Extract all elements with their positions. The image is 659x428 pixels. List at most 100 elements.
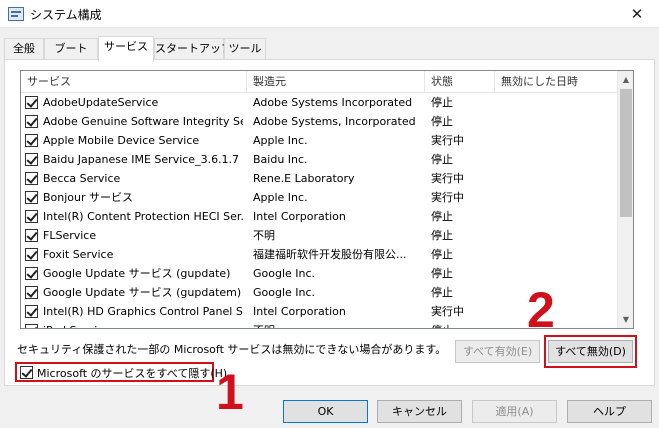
service-checkbox[interactable]: [25, 172, 38, 185]
service-checkbox[interactable]: [25, 267, 38, 280]
column-header-manufacturer[interactable]: 製造元: [247, 71, 425, 93]
tab-boot[interactable]: ブート: [44, 38, 98, 60]
scroll-up-arrow-icon[interactable]: ▲: [618, 71, 633, 88]
service-name-cell: FLService: [43, 229, 97, 242]
disabled-date-cell: [501, 112, 616, 131]
status-cell: 停止: [431, 286, 453, 299]
service-name-cell: Google Update サービス (gupdate): [43, 267, 231, 280]
status-cell: 実行中: [431, 191, 464, 204]
annotation-number-1: 1: [216, 364, 244, 420]
manufacturer-cell: Baidu Inc.: [253, 153, 308, 166]
annotation-number-2: 2: [527, 282, 555, 338]
manufacturer-cell: Google Inc.: [253, 267, 316, 280]
disabled-date-cell: [501, 226, 616, 245]
table-row[interactable]: AdobeUpdateService Adobe Systems Incorpor…: [21, 93, 618, 112]
disabled-date-cell: [501, 321, 616, 328]
service-name-cell: Intel(R) HD Graphics Control Panel S...: [43, 305, 243, 318]
vertical-scrollbar[interactable]: ▲ ▼: [617, 71, 633, 328]
status-cell: 停止: [431, 96, 453, 109]
help-button[interactable]: ヘルプ: [567, 400, 652, 423]
manufacturer-cell: 不明: [253, 321, 423, 328]
manufacturer-cell: 福建福昕软件开发股份有限公...: [253, 248, 407, 261]
manufacturer-cell: Intel Corporation: [253, 210, 346, 223]
app-icon: [8, 7, 24, 21]
table-row[interactable]: Foxit Service 福建福昕软件开发股份有限公... 停止: [21, 245, 618, 264]
scrollbar-thumb[interactable]: [620, 89, 632, 217]
service-checkbox[interactable]: [25, 229, 38, 242]
table-row[interactable]: Adobe Genuine Software Integrity Se... Ad…: [21, 112, 618, 131]
disabled-date-cell: [501, 245, 616, 264]
cancel-button[interactable]: キャンセル: [377, 400, 462, 423]
manufacturer-cell: Intel Corporation: [253, 305, 346, 318]
status-cell: 停止: [431, 115, 453, 128]
disabled-date-cell: [501, 131, 616, 150]
service-name-cell: Becca Service: [43, 172, 121, 185]
status-cell: 実行中: [431, 172, 464, 185]
service-name-cell: AdobeUpdateService: [43, 96, 159, 109]
close-button[interactable]: ✕: [615, 0, 659, 28]
disabled-date-cell: [501, 150, 616, 169]
service-checkbox[interactable]: [25, 153, 38, 166]
service-checkbox[interactable]: [25, 324, 38, 328]
manufacturer-cell: Apple Inc.: [253, 134, 308, 147]
status-cell: 実行中: [431, 134, 464, 147]
table-row[interactable]: Google Update サービス (gupdate) Google Inc. 停…: [21, 264, 618, 283]
manufacturer-cell: Apple Inc.: [253, 191, 308, 204]
status-cell: 実行中: [431, 305, 464, 318]
hide-microsoft-services-checkbox[interactable]: Microsoft のサービスをすべて隠す(H): [15, 362, 227, 382]
service-name-cell: Foxit Service: [43, 248, 114, 261]
manufacturer-cell: Rene.E Laboratory: [253, 172, 355, 185]
enable-all-button[interactable]: すべて有効(E): [455, 340, 540, 363]
manufacturer-cell: Google Inc.: [253, 286, 316, 299]
service-checkbox[interactable]: [25, 96, 38, 109]
disable-all-button[interactable]: すべて無効(D): [548, 340, 633, 363]
manufacturer-cell: Adobe Systems, Incorporated: [253, 115, 416, 128]
service-name-cell: Bonjour サービス: [43, 191, 134, 204]
status-cell: 停止: [431, 229, 453, 242]
hide-microsoft-services-label: Microsoft のサービスをすべて隠す(H): [37, 367, 228, 380]
scroll-down-arrow-icon[interactable]: ▼: [618, 311, 633, 328]
disabled-date-cell: [501, 283, 616, 302]
manufacturer-cell: Adobe Systems Incorporated: [253, 96, 413, 109]
table-row[interactable]: Baidu Japanese IME Service_3.6.1.7 Baidu …: [21, 150, 618, 169]
disabled-date-cell: [501, 302, 616, 321]
disabled-date-cell: [501, 207, 616, 226]
service-checkbox[interactable]: [25, 305, 38, 318]
table-row[interactable]: Apple Mobile Device Service Apple Inc. 実行中: [21, 131, 618, 150]
window-title: システム構成: [30, 8, 102, 22]
tab-services[interactable]: サービス: [98, 36, 154, 62]
service-checkbox[interactable]: [25, 210, 38, 223]
disabled-date-cell: [501, 169, 616, 188]
service-checkbox[interactable]: [25, 134, 38, 147]
disabled-date-cell: [501, 188, 616, 207]
column-header-status[interactable]: 状態: [425, 71, 495, 93]
service-checkbox[interactable]: [25, 115, 38, 128]
ok-button[interactable]: OK: [283, 400, 368, 423]
table-row[interactable]: FLService 不明 停止: [21, 226, 618, 245]
table-row[interactable]: Becca Service Rene.E Laboratory 実行中: [21, 169, 618, 188]
manufacturer-cell: 不明: [253, 229, 275, 242]
service-name-cell: Baidu Japanese IME Service_3.6.1.7: [43, 153, 240, 166]
table-row[interactable]: Intel(R) Content Protection HECI Ser... I…: [21, 207, 618, 226]
service-checkbox[interactable]: [25, 191, 38, 204]
title-bar: システム構成 ✕: [0, 0, 659, 28]
service-name-cell: iPod Service: [43, 321, 243, 328]
tab-startup[interactable]: スタートアップ: [154, 38, 232, 60]
protected-services-notice: セキュリティ保護された一部の Microsoft サービスは無効にできない場合が…: [17, 343, 447, 356]
status-cell: 停止: [431, 153, 453, 166]
apply-button[interactable]: 適用(A): [472, 400, 557, 423]
status-cell: 停止: [431, 248, 453, 261]
service-name-cell: Google Update サービス (gupdatem): [43, 286, 242, 299]
column-header-service[interactable]: サービス: [21, 71, 247, 93]
table-row[interactable]: Bonjour サービス Apple Inc. 実行中: [21, 188, 618, 207]
service-name-cell: Adobe Genuine Software Integrity Se...: [43, 115, 243, 128]
disabled-date-cell: [501, 264, 616, 283]
column-header-disabled-date[interactable]: 無効にした日時: [495, 71, 618, 93]
status-cell: 停止: [431, 321, 493, 328]
service-checkbox[interactable]: [25, 248, 38, 261]
checkbox-checked-icon[interactable]: [20, 366, 33, 379]
service-checkbox[interactable]: [25, 286, 38, 299]
status-cell: 停止: [431, 210, 453, 223]
tab-tools[interactable]: ツール: [224, 38, 266, 60]
tab-general[interactable]: 全般: [4, 38, 44, 60]
